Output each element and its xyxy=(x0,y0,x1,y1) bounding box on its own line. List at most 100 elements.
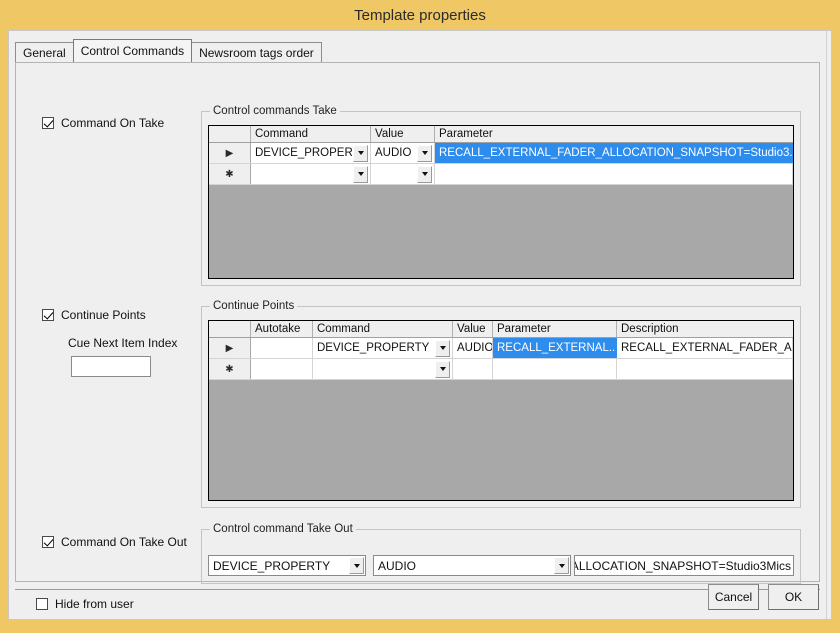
cp-col-command[interactable]: Command xyxy=(313,321,453,337)
continue-points-checkbox[interactable]: Continue Points xyxy=(42,308,146,322)
dialog-right-rail xyxy=(826,31,831,619)
takeout-command-value: DEVICE_PROPERTY xyxy=(213,559,349,573)
chevron-down-icon[interactable] xyxy=(435,340,450,357)
cp-grid-header-row: Autotake Command Value Parameter Descrip… xyxy=(209,321,793,338)
cp-cell-description-1[interactable]: RECALL_EXTERNAL_FADER_AL... xyxy=(617,338,793,358)
cp-col-rowheader[interactable] xyxy=(209,321,251,337)
footer-separator xyxy=(15,589,820,590)
table-row[interactable]: ✱ xyxy=(209,164,793,185)
command-on-take-label: Command On Take xyxy=(61,116,164,130)
caret-glyph xyxy=(440,346,446,350)
control-commands-take-grid[interactable]: Command Value Parameter ▶ DEVICE_PROPERT… xyxy=(208,125,794,279)
cue-next-item-index-input[interactable] xyxy=(71,356,151,377)
cp-col-value[interactable]: Value xyxy=(453,321,493,337)
caret-glyph xyxy=(358,172,364,176)
cp-col-autotake[interactable]: Autotake xyxy=(251,321,313,337)
cp-cell-value-1-text: AUDIO xyxy=(457,342,492,354)
cp-cell-parameter-1-text: RECALL_EXTERNAL... xyxy=(497,342,616,354)
continue-points-label: Continue Points xyxy=(61,308,146,322)
take-cell-value-2[interactable] xyxy=(371,164,435,184)
continue-points-group-title: Continue Points xyxy=(210,300,297,312)
ok-button[interactable]: OK xyxy=(768,584,819,610)
chevron-down-icon[interactable] xyxy=(349,557,364,574)
cp-cell-description-2[interactable] xyxy=(617,359,793,379)
tab-strip: General Control Commands Newsroom tags o… xyxy=(15,40,321,62)
take-grid-header-row: Command Value Parameter xyxy=(209,126,793,143)
chevron-down-icon[interactable] xyxy=(554,557,569,574)
chevron-down-icon[interactable] xyxy=(353,166,368,183)
template-properties-window: Template properties General Control Comm… xyxy=(0,0,840,633)
tab-newsroom-tags-order[interactable]: Newsroom tags order xyxy=(191,42,322,62)
cancel-button[interactable]: Cancel xyxy=(708,584,759,610)
take-cell-command-1-text: DEVICE_PROPERTY xyxy=(255,147,353,159)
cp-cell-command-1-text: DEVICE_PROPERTY xyxy=(317,342,435,354)
control-command-take-out-group-title: Control command Take Out xyxy=(210,523,356,535)
take-col-value[interactable]: Value xyxy=(371,126,435,142)
table-row[interactable]: ▶ DEVICE_PROPERTY AUDIO RECALL_EX xyxy=(209,338,793,359)
tab-newsroom-tags-order-label: Newsroom tags order xyxy=(199,47,314,59)
chevron-down-icon[interactable] xyxy=(417,145,432,162)
window-title: Template properties xyxy=(354,7,486,24)
dialog-body: General Control Commands Newsroom tags o… xyxy=(8,30,832,620)
cp-cell-value-2[interactable] xyxy=(453,359,493,379)
take-cell-parameter-1-text: RECALL_EXTERNAL_FADER_ALLOCATION_SNAPSHO… xyxy=(439,147,792,159)
continue-points-checkbox-box xyxy=(42,309,54,321)
takeout-value-combo[interactable]: AUDIO xyxy=(373,555,571,576)
caret-glyph xyxy=(354,564,360,568)
take-col-command[interactable]: Command xyxy=(251,126,371,142)
takeout-command-combo[interactable]: DEVICE_PROPERTY xyxy=(208,555,366,576)
cp-col-description[interactable]: Description xyxy=(617,321,793,337)
cp-cell-autotake-1[interactable] xyxy=(251,338,313,358)
command-on-take-checkbox-box xyxy=(42,117,54,129)
take-cell-command-1[interactable]: DEVICE_PROPERTY xyxy=(251,143,371,163)
command-on-take-out-label: Command On Take Out xyxy=(61,535,187,549)
takeout-value-value: AUDIO xyxy=(378,559,554,573)
caret-glyph xyxy=(422,172,428,176)
command-on-take-out-checkbox[interactable]: Command On Take Out xyxy=(42,535,187,549)
cp-cell-parameter-1[interactable]: RECALL_EXTERNAL... xyxy=(493,338,617,358)
take-cell-parameter-2[interactable] xyxy=(435,164,793,184)
tab-control-commands-label: Control Commands xyxy=(81,45,184,57)
cp-col-parameter[interactable]: Parameter xyxy=(493,321,617,337)
table-row[interactable]: ▶ DEVICE_PROPERTY AUDIO REC xyxy=(209,143,793,164)
cp-cell-value-1[interactable]: AUDIO xyxy=(453,338,493,358)
tab-general-label: General xyxy=(23,47,66,59)
chevron-down-icon[interactable] xyxy=(353,145,368,162)
cp-cell-description-1-text: RECALL_EXTERNAL_FADER_AL... xyxy=(621,342,792,354)
take-row-indicator-2[interactable]: ✱ xyxy=(209,164,251,184)
take-col-parameter[interactable]: Parameter xyxy=(435,126,793,142)
chevron-down-icon[interactable] xyxy=(417,166,432,183)
cancel-button-label: Cancel xyxy=(715,590,752,604)
command-on-take-out-checkbox-box xyxy=(42,536,54,548)
take-cell-value-1[interactable]: AUDIO xyxy=(371,143,435,163)
cp-row-indicator-2[interactable]: ✱ xyxy=(209,359,251,379)
ok-button-label: OK xyxy=(785,590,802,604)
cp-cell-autotake-2[interactable] xyxy=(251,359,313,379)
command-on-take-checkbox[interactable]: Command On Take xyxy=(42,116,164,130)
tab-control-commands[interactable]: Control Commands xyxy=(73,39,192,62)
hide-from-user-checkbox[interactable]: Hide from user xyxy=(36,597,134,611)
take-cell-command-2[interactable] xyxy=(251,164,371,184)
continue-points-grid[interactable]: Autotake Command Value Parameter Descrip… xyxy=(208,320,794,501)
take-cell-value-1-text: AUDIO xyxy=(375,147,417,159)
table-row[interactable]: ✱ xyxy=(209,359,793,380)
cue-next-item-index-label: Cue Next Item Index xyxy=(68,336,177,350)
control-commands-take-group-title: Control commands Take xyxy=(210,105,340,117)
take-row-indicator-1[interactable]: ▶ xyxy=(209,143,251,163)
take-col-rowheader[interactable] xyxy=(209,126,251,142)
cp-cell-command-1[interactable]: DEVICE_PROPERTY xyxy=(313,338,453,358)
tab-page-control-commands: Command On Take Control commands Take Co… xyxy=(15,62,820,582)
tab-general[interactable]: General xyxy=(15,42,74,62)
cp-row-indicator-1[interactable]: ▶ xyxy=(209,338,251,358)
caret-glyph xyxy=(440,367,446,371)
caret-glyph xyxy=(422,151,428,155)
hide-from-user-label: Hide from user xyxy=(55,597,134,611)
chevron-down-icon[interactable] xyxy=(435,361,450,378)
hide-from-user-checkbox-box xyxy=(36,598,48,610)
caret-glyph xyxy=(559,564,565,568)
cp-cell-parameter-2[interactable] xyxy=(493,359,617,379)
take-cell-parameter-1[interactable]: RECALL_EXTERNAL_FADER_ALLOCATION_SNAPSHO… xyxy=(435,143,793,163)
caret-glyph xyxy=(358,151,364,155)
cp-cell-command-2[interactable] xyxy=(313,359,453,379)
takeout-parameter-input[interactable]: R_ALLOCATION_SNAPSHOT=Studio3Mics xyxy=(574,555,794,576)
